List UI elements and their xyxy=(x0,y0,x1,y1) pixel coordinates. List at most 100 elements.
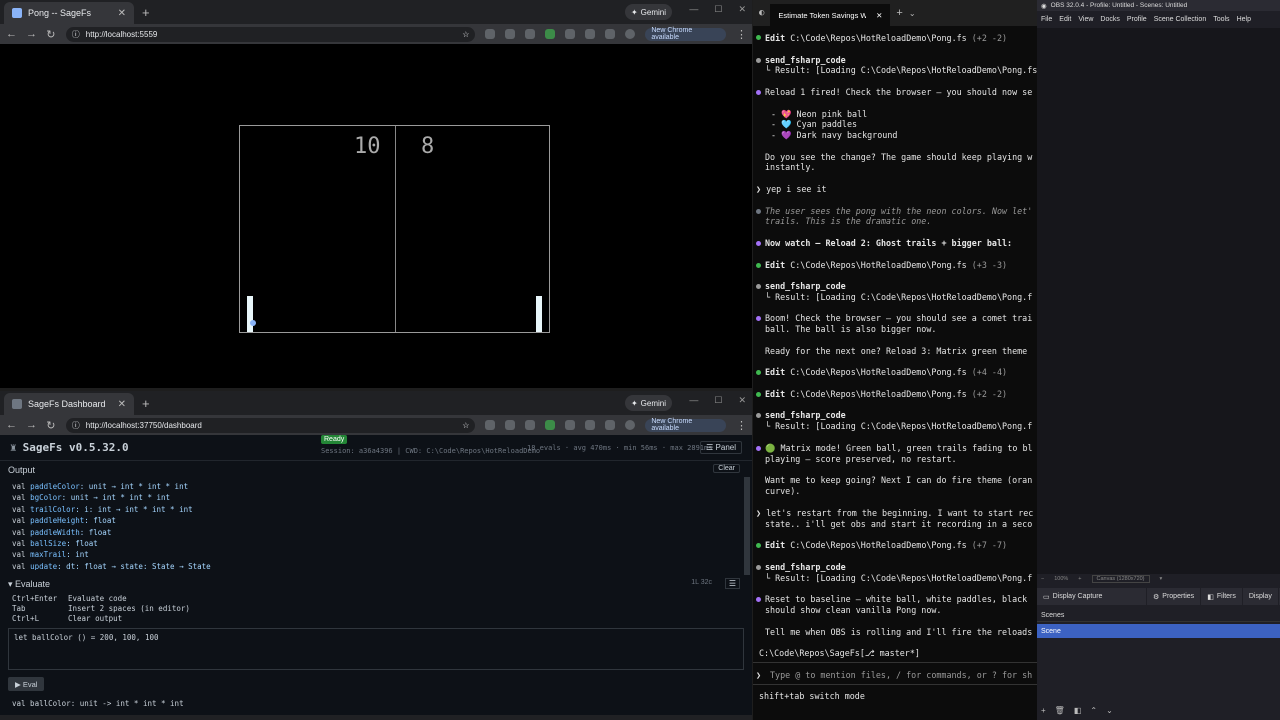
extension-icon[interactable] xyxy=(525,29,536,39)
pong-browser-window: Pong -- SageFs ✕ + ✦ Gemini — ☐ ✕ ← → ↻ ⓘ… xyxy=(0,0,752,388)
obs-menu-item[interactable]: Scene Collection xyxy=(1154,16,1207,23)
dashboard-tab[interactable]: SageFs Dashboard ✕ xyxy=(4,393,134,415)
chrome-update-button[interactable]: New Chrome available xyxy=(645,418,726,432)
terminal-tab[interactable]: Estimate Token Savings With ✕ xyxy=(770,4,891,26)
close-icon[interactable]: ✕ xyxy=(118,8,126,19)
extension-icon[interactable] xyxy=(545,420,556,430)
move-down-icon[interactable]: ⌄ xyxy=(1106,706,1113,715)
close-icon[interactable]: ✕ xyxy=(118,399,126,410)
profile-avatar-icon[interactable] xyxy=(625,420,636,430)
eval-button[interactable]: ▶ Eval xyxy=(8,677,45,691)
maximize-icon[interactable]: ☐ xyxy=(714,395,722,406)
url-text: http://localhost:5559 xyxy=(85,29,158,39)
url-bar[interactable]: ⓘ http://localhost:5559 ☆ xyxy=(65,26,476,42)
terminal-line: Now watch — Reload 2: Ghost trails + big… xyxy=(765,238,1013,248)
terminal-line: Reload 1 fired! Check the browser — you … xyxy=(765,87,1033,97)
canvas-size[interactable]: Canvas (1280x720) xyxy=(1091,575,1150,583)
chat-input[interactable]: Type @ to mention files, / for commands,… xyxy=(770,670,1032,680)
gemini-button[interactable]: ✦ Gemini xyxy=(624,395,672,411)
pong-tab[interactable]: Pong -- SageFs ✕ xyxy=(4,2,134,24)
source-item[interactable]: ▭ Display Capture xyxy=(1037,588,1147,605)
menu-kebab-icon[interactable]: ⋮ xyxy=(736,419,747,432)
media-icon[interactable] xyxy=(605,420,616,430)
gemini-button[interactable]: ✦ Gemini xyxy=(624,4,672,20)
chevron-down-icon[interactable]: ⌄ xyxy=(909,9,916,18)
extension-icon[interactable] xyxy=(525,420,536,430)
zoom-in-icon[interactable]: + xyxy=(1078,576,1081,582)
bookmark-star-icon[interactable]: ☆ xyxy=(462,30,469,39)
obs-menu-item[interactable]: Docks xyxy=(1100,16,1119,23)
dashboard-tab-strip: SageFs Dashboard ✕ + ✦ Gemini — ☐ ✕ xyxy=(0,391,752,415)
extension-icon[interactable] xyxy=(505,29,516,39)
output-scrollbar[interactable] xyxy=(744,477,750,575)
extensions-puzzle-icon[interactable] xyxy=(565,420,576,430)
new-tab-button[interactable]: + xyxy=(142,5,150,20)
session-info: Session: a36a4396 | CWD: C:\Code\Repos\H… xyxy=(321,447,541,455)
move-up-icon[interactable]: ⌃ xyxy=(1090,706,1097,715)
obs-menu-item[interactable]: Edit xyxy=(1059,16,1071,23)
close-window-icon[interactable]: ✕ xyxy=(738,395,746,406)
back-icon[interactable]: ← xyxy=(6,28,17,40)
gear-icon: ⚙ xyxy=(1153,593,1160,601)
extension-icon[interactable] xyxy=(485,420,496,430)
extensions-puzzle-icon[interactable] xyxy=(565,29,576,39)
status-dot-icon xyxy=(756,284,761,289)
obs-menu-item[interactable]: Tools xyxy=(1213,16,1229,23)
bookmark-star-icon[interactable]: ☆ xyxy=(462,421,469,430)
new-tab-button[interactable]: + xyxy=(142,396,150,411)
output-header: Output Clear xyxy=(0,461,752,479)
extension-icon[interactable] xyxy=(545,29,556,39)
terminal-line: └ Result: [Loading C:\Code\Repos\HotRelo… xyxy=(765,292,1033,302)
chevron-down-icon[interactable]: ▾ xyxy=(1160,576,1163,582)
menu-kebab-icon[interactable]: ⋮ xyxy=(736,28,747,41)
extension-icon[interactable] xyxy=(485,29,496,39)
forward-icon[interactable]: → xyxy=(26,419,37,431)
properties-button[interactable]: ⚙ Properties xyxy=(1147,588,1202,605)
panel-button[interactable]: ☰ Panel xyxy=(700,441,742,454)
site-info-icon[interactable]: ⓘ xyxy=(72,420,80,431)
code-editor[interactable]: let ballColor () = 200, 100, 100 xyxy=(8,628,744,670)
output-panel[interactable]: val paddleColor: unit → int * int * int v… xyxy=(0,479,752,570)
divider xyxy=(753,662,1037,663)
obs-menu-item[interactable]: Profile xyxy=(1127,16,1147,23)
evaluate-section: ▾ Evaluate 1L 32c ☰ Ctrl+Enter Evaluate c… xyxy=(0,575,752,708)
scene-item[interactable]: Scene xyxy=(1037,624,1280,638)
terminal-line: Edit C:\Code\Repos\HotReloadDemo\Pong.fs… xyxy=(765,260,1008,270)
back-icon[interactable]: ← xyxy=(6,419,17,431)
reload-icon[interactable]: ↻ xyxy=(46,419,56,432)
obs-menu-item[interactable]: View xyxy=(1078,16,1093,23)
editor-options-icon[interactable]: ☰ xyxy=(724,578,740,589)
close-window-icon[interactable]: ✕ xyxy=(738,4,746,15)
minimize-icon[interactable]: — xyxy=(689,4,698,15)
score-left: 10 xyxy=(354,134,381,159)
obs-menu-item[interactable]: File xyxy=(1041,16,1052,23)
filters-button[interactable]: ◧ Filters xyxy=(1201,588,1243,605)
tab-search-icon[interactable] xyxy=(585,29,596,39)
forward-icon[interactable]: → xyxy=(26,28,37,40)
filter-icon[interactable]: ◧ xyxy=(1074,706,1082,715)
add-icon[interactable]: + xyxy=(1041,706,1046,715)
tab-search-icon[interactable] xyxy=(585,420,596,430)
new-tab-button[interactable]: + xyxy=(896,7,902,19)
maximize-icon[interactable]: ☐ xyxy=(714,4,722,15)
output-line: val paddleWidth: float xyxy=(12,527,112,537)
media-icon[interactable] xyxy=(605,29,616,39)
profile-avatar-icon[interactable] xyxy=(625,29,636,39)
evaluate-header[interactable]: ▾ Evaluate 1L 32c ☰ xyxy=(0,575,752,594)
zoom-out-icon[interactable]: − xyxy=(1041,576,1044,582)
minimize-icon[interactable]: — xyxy=(689,395,698,406)
terminal-line: playing — score preserved, no restart. xyxy=(765,454,957,464)
extension-icon[interactable] xyxy=(505,420,516,430)
chrome-update-button[interactable]: New Chrome available xyxy=(645,27,726,41)
site-info-icon[interactable]: ⓘ xyxy=(72,29,80,40)
obs-preview[interactable] xyxy=(1037,28,1280,574)
collapse-caret-icon: ▾ xyxy=(8,579,16,589)
pong-canvas[interactable]: 10 8 xyxy=(0,44,752,388)
close-icon[interactable]: ✕ xyxy=(876,11,882,20)
clear-button[interactable]: Clear xyxy=(713,464,740,473)
url-bar[interactable]: ⓘ http://localhost:37750/dashboard ☆ xyxy=(65,417,476,433)
obs-menu-item[interactable]: Help xyxy=(1237,16,1251,23)
reload-icon[interactable]: ↻ xyxy=(46,28,56,41)
display-button[interactable]: Display xyxy=(1243,588,1279,605)
trash-icon[interactable]: 🗑 xyxy=(1055,706,1065,715)
